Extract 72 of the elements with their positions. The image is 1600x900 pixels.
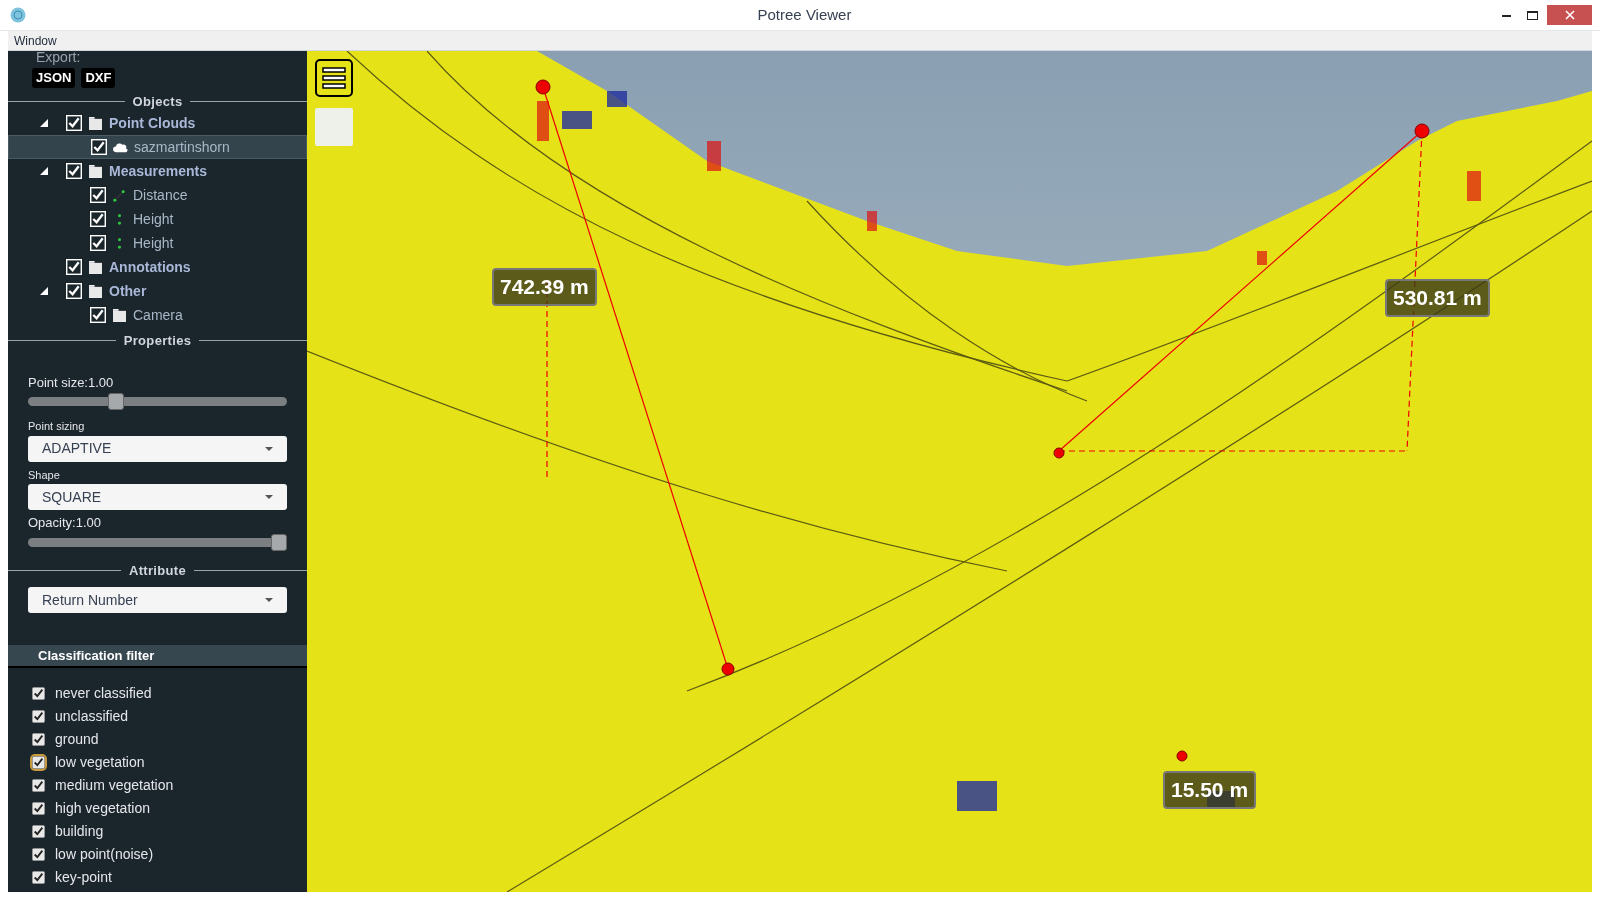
minimize-icon — [1501, 13, 1511, 17]
section-title: Properties — [123, 332, 192, 350]
tree-item[interactable]: sazmartinshorn — [8, 135, 307, 159]
field-label: Shape — [27, 467, 61, 483]
slider-label: Opacity:1.00 — [27, 514, 102, 532]
tree-item-label[interactable]: Distance — [133, 184, 188, 206]
tree-item-label[interactable]: Height — [133, 232, 174, 254]
dropdown[interactable]: ADAPTIVE — [28, 435, 287, 462]
measurement-label: 15.50 m — [1163, 771, 1257, 809]
tree-item-label[interactable]: Camera — [133, 304, 183, 326]
checkbox[interactable] — [32, 825, 45, 838]
menu-toggle-button[interactable] — [315, 59, 353, 97]
export-link[interactable]: JSON — [32, 68, 76, 88]
checkbox-label: unclassified — [55, 707, 129, 726]
close-icon — [1564, 10, 1575, 20]
slider-thumb[interactable] — [108, 393, 125, 410]
checkbox-label: ground — [55, 730, 99, 749]
caret-icon — [265, 598, 273, 602]
checkbox-label: medium vegetation — [55, 776, 174, 795]
checkbox-label: low point(noise) — [55, 845, 154, 864]
slider-thumb[interactable] — [271, 533, 287, 551]
folder-icon — [88, 284, 103, 298]
checkbox-label: key-point — [55, 868, 112, 887]
checkbox-label: never classified — [55, 684, 152, 703]
slider[interactable] — [28, 533, 287, 551]
folder-icon — [88, 260, 103, 274]
caret-icon — [265, 446, 273, 451]
checkbox-label: high vegetation — [55, 799, 150, 818]
export-link[interactable]: DXF — [81, 68, 116, 88]
section-title: Attribute — [128, 561, 187, 580]
tree-item-label[interactable]: Measurements — [109, 160, 208, 182]
app-logo-icon — [10, 7, 26, 23]
expanded-triangle-icon[interactable] — [40, 119, 48, 127]
maximize-icon — [1526, 10, 1538, 20]
checkbox[interactable] — [32, 733, 45, 746]
dropdown[interactable]: SQUARE — [28, 484, 287, 510]
cloud-icon — [113, 140, 128, 154]
tree-item-label[interactable]: Annotations — [109, 256, 191, 278]
dropdown[interactable]: Return Number — [28, 587, 287, 613]
dropdown-value: ADAPTIVE — [42, 439, 113, 458]
tree-item-label[interactable]: Height — [133, 208, 174, 230]
menu-item[interactable]: Window — [8, 31, 63, 50]
checkbox[interactable] — [32, 687, 45, 700]
window-title: Potree Viewer — [757, 4, 852, 25]
folder-icon — [112, 308, 127, 322]
dropdown-value: Return Number — [42, 590, 139, 610]
menu-icon — [322, 67, 346, 89]
dropdown-value: SQUARE — [42, 487, 103, 507]
checkbox[interactable] — [32, 848, 45, 861]
caret-icon — [265, 495, 273, 499]
folder-icon — [88, 116, 103, 130]
checkbox[interactable] — [32, 710, 45, 723]
expanded-triangle-icon[interactable] — [40, 167, 48, 175]
slider[interactable] — [28, 393, 287, 410]
export-label: Export: — [35, 51, 82, 65]
checkbox[interactable] — [32, 756, 45, 769]
checkbox[interactable] — [32, 779, 45, 792]
field-label: Point sizing — [27, 419, 86, 434]
measurement-label: 530.81 m — [1385, 279, 1490, 317]
measurement-label: 742.39 m — [492, 268, 597, 306]
checkbox-label: low vegetation — [55, 753, 145, 772]
slider-label: Point size:1.00 — [27, 373, 115, 392]
section-title: Objects — [132, 92, 183, 111]
line-segment-icon — [112, 188, 127, 202]
checkbox-label: building — [55, 822, 104, 841]
expanded-triangle-icon[interactable] — [40, 287, 48, 295]
tree-item-label[interactable]: Point Clouds — [109, 112, 196, 134]
checkbox[interactable] — [32, 871, 45, 884]
folder-icon — [88, 164, 103, 178]
checkbox[interactable] — [32, 802, 45, 815]
map-thumbnail[interactable] — [315, 108, 353, 146]
tree-item-label[interactable]: Other — [109, 280, 147, 302]
